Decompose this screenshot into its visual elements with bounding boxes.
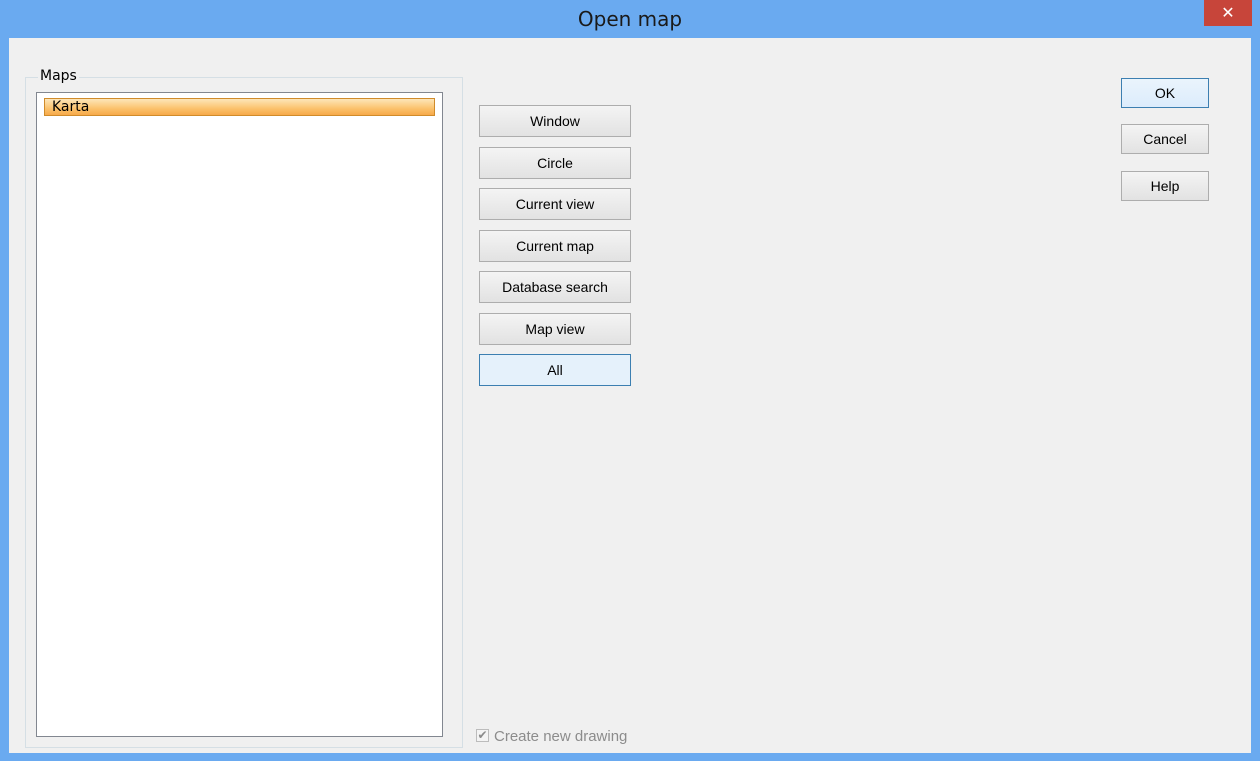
cancel-button[interactable]: Cancel bbox=[1121, 124, 1209, 154]
help-button[interactable]: Help bbox=[1121, 171, 1209, 201]
circle-button[interactable]: Circle bbox=[479, 147, 631, 179]
ok-button[interactable]: OK bbox=[1121, 78, 1209, 108]
current-view-button[interactable]: Current view bbox=[479, 188, 631, 220]
open-map-dialog: Open map ✕ Maps Karta Window Circle Curr… bbox=[0, 0, 1260, 761]
create-new-drawing-checkbox[interactable]: ✔ bbox=[476, 729, 489, 742]
dialog-title: Open map bbox=[577, 7, 683, 31]
map-view-button[interactable]: Map view bbox=[479, 313, 631, 345]
close-icon: ✕ bbox=[1221, 3, 1235, 22]
current-map-button[interactable]: Current map bbox=[479, 230, 631, 262]
maps-group-label: Maps bbox=[38, 68, 79, 84]
list-item-karta[interactable]: Karta bbox=[44, 98, 435, 116]
title-bar[interactable]: Open map ✕ bbox=[0, 0, 1260, 38]
close-button[interactable]: ✕ bbox=[1204, 0, 1252, 26]
create-new-drawing-label: Create new drawing bbox=[494, 728, 628, 745]
checkmark-icon: ✔ bbox=[477, 728, 488, 742]
maps-list[interactable]: Karta bbox=[36, 92, 443, 737]
database-search-button[interactable]: Database search bbox=[479, 271, 631, 303]
all-button[interactable]: All bbox=[479, 354, 631, 386]
window-button[interactable]: Window bbox=[479, 105, 631, 137]
dialog-body: Maps Karta Window Circle Current view Cu… bbox=[9, 38, 1251, 753]
